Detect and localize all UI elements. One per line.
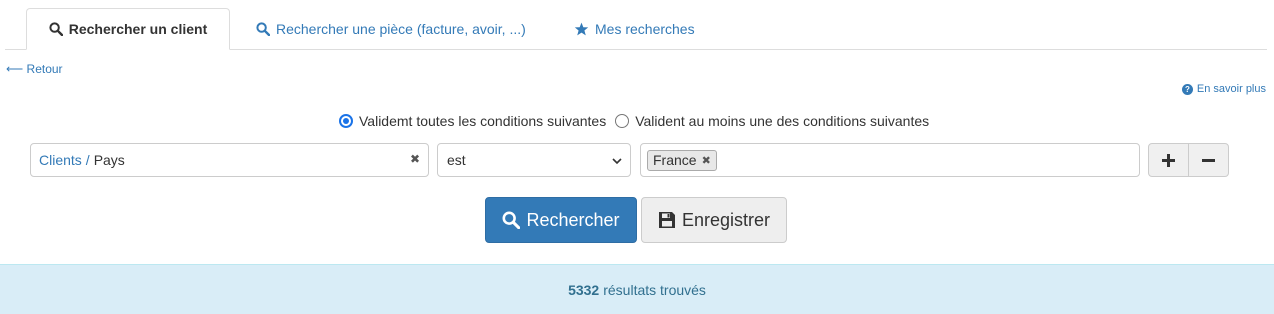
results-banner: 5332 résultats trouvés <box>0 264 1274 314</box>
value-tag-label: France <box>653 152 697 168</box>
field-separator: / <box>85 152 90 168</box>
save-button-label: Enregistrer <box>681 209 771 230</box>
results-count: 5332 <box>568 281 600 298</box>
search-button-label: Rechercher <box>526 209 620 230</box>
floppy-disk-icon <box>658 211 676 229</box>
radio-label-any: Valident au moins une des conditions sui… <box>635 113 930 129</box>
tab-my-searches[interactable]: Mes recherches <box>574 8 695 50</box>
operator-select[interactable]: est <box>437 143 631 177</box>
radio-option-any[interactable]: Valident au moins une des conditions sui… <box>615 113 929 129</box>
help-label: En savoir plus <box>1196 83 1266 95</box>
tab-label: Mes recherches <box>595 21 695 37</box>
search-button[interactable]: Rechercher <box>485 197 637 243</box>
add-condition-button[interactable] <box>1148 143 1189 177</box>
tab-label: Rechercher un client <box>68 21 208 37</box>
minus-icon <box>1202 158 1215 162</box>
remove-condition-button[interactable] <box>1188 143 1229 177</box>
search-icon <box>502 211 521 229</box>
plus-icon <box>1162 153 1175 167</box>
radio-option-all[interactable]: Validemt toutes les conditions suivantes <box>339 113 606 129</box>
tab-label: Rechercher une pièce (facture, avoir, ..… <box>276 21 526 37</box>
match-mode-group: Validemt toutes les conditions suivantes… <box>339 113 929 129</box>
condition-field-selector[interactable]: Clients / Pays ✖ <box>30 143 429 177</box>
field-entity: Clients <box>39 152 82 168</box>
radio-label-all: Validemt toutes les conditions suivantes <box>359 113 607 129</box>
search-icon <box>256 22 270 36</box>
tab-bar: Rechercher un client Rechercher une pièc… <box>5 8 1267 50</box>
radio-button-all[interactable] <box>339 114 353 128</box>
tab-search-client[interactable]: Rechercher un client <box>26 8 230 50</box>
value-tag: France ✖ <box>647 149 717 171</box>
remove-tag-icon[interactable]: ✖ <box>702 154 711 167</box>
field-attribute: Pays <box>93 152 125 168</box>
question-circle-icon: ? <box>1181 83 1193 95</box>
star-icon <box>574 22 589 36</box>
chevron-down-icon <box>611 154 623 170</box>
help-link[interactable]: ? En savoir plus <box>1181 83 1266 95</box>
results-label: résultats trouvés <box>603 281 706 298</box>
clear-field-icon[interactable]: ✖ <box>410 152 420 166</box>
search-icon <box>49 22 63 36</box>
radio-button-any[interactable] <box>615 114 630 128</box>
save-button[interactable]: Enregistrer <box>641 197 787 243</box>
back-link[interactable]: ⟵ Retour <box>6 62 63 76</box>
condition-value-input[interactable]: France ✖ <box>640 143 1140 177</box>
tab-search-document[interactable]: Rechercher une pièce (facture, avoir, ..… <box>256 8 526 50</box>
operator-value: est <box>447 152 466 168</box>
